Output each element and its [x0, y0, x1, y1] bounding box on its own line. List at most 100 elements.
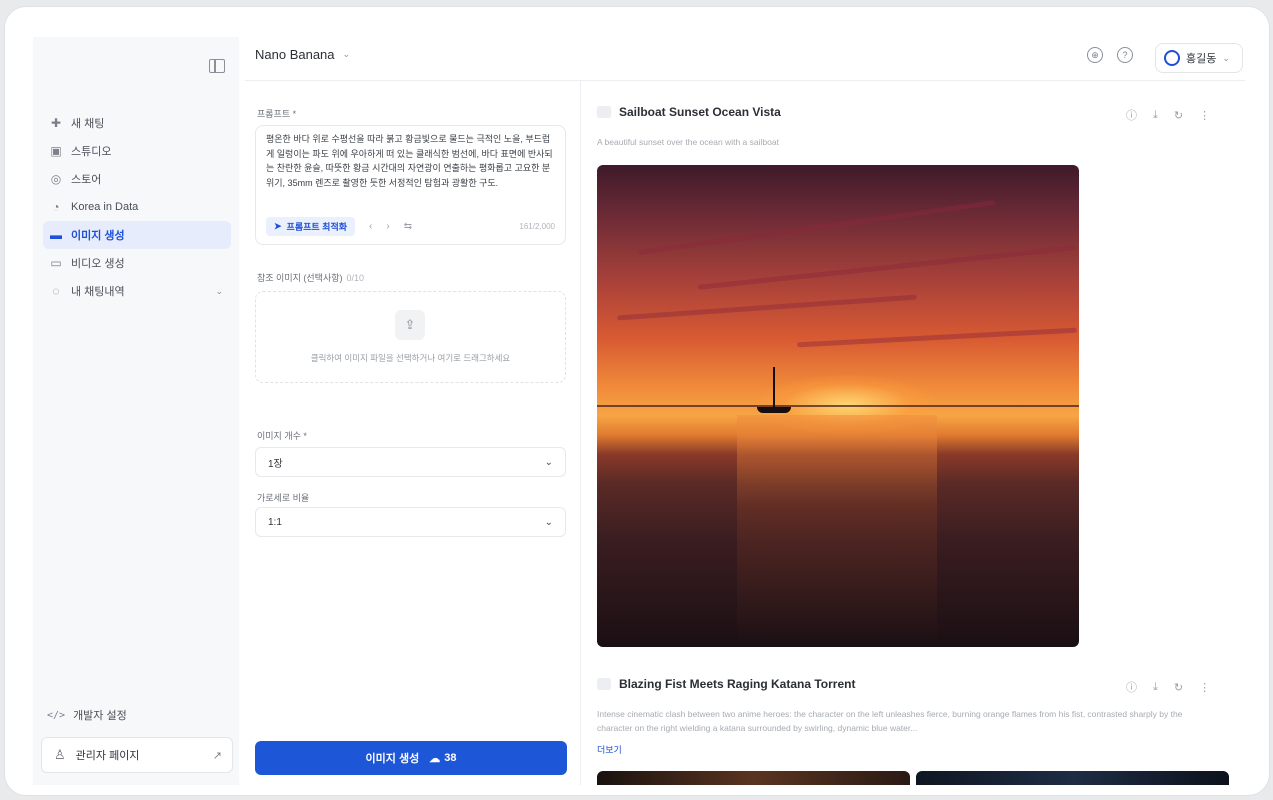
chevron-down-icon: ⌄ [544, 516, 553, 528]
reference-image-count: 0/10 [346, 273, 365, 283]
image-upload-dropzone[interactable]: ⇪ 클릭하여 이미지 파일을 선택하거나 여기로 드래그하세요 [255, 291, 566, 383]
developer-settings-label: 개발자 설정 [73, 710, 127, 722]
show-more-link[interactable]: 더보기 [597, 743, 622, 756]
user-name: 홍길동 [1186, 53, 1217, 65]
sidebar-item-new-chat[interactable]: ✚ 새 채팅 [43, 109, 231, 137]
sailboat-mast [773, 367, 775, 407]
image-detail [697, 245, 1077, 290]
image-detail [638, 199, 996, 256]
chat-plus-icon: ✚ [50, 116, 62, 130]
external-link-icon: ↗ [212, 749, 222, 762]
result-title-text: Blazing Fist Meets Raging Katana Torrent [619, 677, 856, 691]
result-description: A beautiful sunset over the ocean with a… [597, 137, 779, 147]
user-settings-icon: ♙ [54, 747, 66, 762]
regenerate-icon[interactable]: ↻ [1174, 109, 1183, 122]
generate-label: 이미지 생성 [365, 753, 420, 765]
sidebar: ✚ 새 채팅 ▣ 스튜디오 ◎ 스토어 ◔ Korea in Data ▬ 이미… [33, 37, 239, 785]
sidebar-item-label: 새 채팅 [71, 118, 105, 130]
generated-image-anime-left[interactable] [597, 771, 910, 785]
data-icon: ◔ [52, 200, 60, 214]
admin-page-button[interactable]: ♙ 관리자 페이지 ↗ [41, 737, 233, 773]
sidebar-item-chat-history[interactable]: ◌ 내 채팅내역 ⌄ [43, 277, 231, 305]
image-detail [617, 294, 917, 321]
video-icon: ▭ [50, 256, 62, 270]
sidebar-item-label: Korea in Data [71, 201, 139, 213]
result-description: Intense cinematic clash between two anim… [597, 709, 1183, 733]
image-detail [737, 415, 937, 645]
sidebar-item-store[interactable]: ◎ 스토어 [43, 165, 231, 193]
chevron-down-icon: ⌄ [544, 456, 553, 468]
result-title: Blazing Fist Meets Raging Katana Torrent [597, 677, 855, 691]
undo-icon[interactable]: ‹ [369, 221, 372, 232]
chevron-down-icon: ⌄ [1222, 52, 1230, 63]
more-options-icon[interactable]: ⋮ [1199, 109, 1210, 122]
header-icons: ⊕ ? [1087, 47, 1147, 63]
image-icon: ▬ [50, 228, 62, 242]
sidebar-item-label: 내 채팅내역 [71, 286, 125, 298]
sidebar-toggle-icon[interactable] [209, 59, 225, 73]
sailboat-hull [757, 407, 791, 413]
store-icon: ◎ [50, 172, 62, 186]
redo-icon[interactable]: › [386, 221, 389, 232]
results-panel: Sailboat Sunset Ocean Vista ⓘ ⤓ ↻ ⋮ A be… [581, 81, 1245, 785]
upload-icon: ⇪ [395, 310, 425, 340]
sparkle-icon: ➤ [274, 220, 282, 231]
sidebar-item-image-generation[interactable]: ▬ 이미지 생성 [43, 221, 231, 249]
image-count-select[interactable]: 1장 ⌄ [255, 447, 566, 477]
aspect-ratio-value: 1:1 [268, 516, 282, 528]
generated-image-sunset[interactable] [597, 165, 1079, 647]
admin-page-label: 관리자 페이지 [75, 750, 140, 762]
prompt-label: 프롬프트 * [257, 109, 297, 119]
info-icon[interactable]: ⓘ [1126, 679, 1137, 695]
image-detail [597, 405, 1079, 407]
user-menu-button[interactable]: 홍길동 ⌄ [1155, 43, 1243, 73]
chevron-down-icon: ⌄ [215, 285, 223, 296]
enhance-prompt-label: 프롬프트 최적화 [286, 221, 348, 232]
developer-settings-link[interactable]: </> 개발자 설정 [47, 707, 127, 723]
sidebar-item-korea-in-data[interactable]: ◔ Korea in Data [43, 193, 231, 221]
sidebar-nav: ✚ 새 채팅 ▣ 스튜디오 ◎ 스토어 ◔ Korea in Data ▬ 이미… [43, 109, 231, 305]
model-selector[interactable]: Nano Banana ⌄ [255, 47, 350, 62]
avatar [1164, 50, 1180, 66]
prompt-text: 평온한 바다 위로 수평선을 따라 붉고 황금빛으로 물드는 극적인 노을, 부… [266, 134, 553, 188]
char-counter: 161/2,000 [519, 221, 555, 231]
globe-icon[interactable]: ⊕ [1087, 47, 1103, 63]
sidebar-item-label: 스토어 [71, 174, 102, 186]
result-title: Sailboat Sunset Ocean Vista [597, 105, 781, 119]
image-detail [797, 327, 1077, 348]
image-count-label: 이미지 개수 * [257, 431, 307, 441]
aspect-ratio-select[interactable]: 1:1 ⌄ [255, 507, 566, 537]
credit-count: 38 [444, 752, 457, 764]
generate-image-button[interactable]: 이미지 생성 ☁ 38 [255, 741, 567, 775]
info-icon[interactable]: ⓘ [1126, 107, 1137, 123]
sidebar-item-label: 비디오 생성 [71, 258, 125, 270]
more-options-icon[interactable]: ⋮ [1199, 681, 1210, 694]
enhance-prompt-button[interactable]: ➤ 프롬프트 최적화 [266, 216, 356, 236]
refresh-icon[interactable]: ⇆ [404, 221, 412, 232]
app-window: ✚ 새 채팅 ▣ 스튜디오 ◎ 스토어 ◔ Korea in Data ▬ 이미… [4, 6, 1270, 796]
download-icon[interactable]: ⤓ [1153, 109, 1158, 122]
aspect-ratio-label: 가로세로 비율 [257, 493, 310, 503]
reference-image-label-text: 참조 이미지 (선택사항) [257, 273, 343, 283]
result-actions: ⓘ ⤓ ↻ ⋮ [1126, 679, 1226, 695]
history-icon: ◌ [52, 284, 60, 298]
prompt-toolbar: ➤ 프롬프트 최적화 ‹ › ⇆ 161/2,000 [266, 216, 555, 236]
image-count-value: 1장 [268, 458, 283, 470]
help-icon[interactable]: ? [1117, 47, 1133, 63]
image-icon [597, 678, 611, 690]
regenerate-icon[interactable]: ↻ [1174, 681, 1183, 694]
generation-form: 프롬프트 * 평온한 바다 위로 수평선을 따라 붉고 황금빛으로 물드는 극적… [245, 81, 581, 785]
sidebar-item-label: 이미지 생성 [71, 230, 125, 242]
sidebar-item-video-generation[interactable]: ▭ 비디오 생성 [43, 249, 231, 277]
prompt-textarea[interactable]: 평온한 바다 위로 수평선을 따라 붉고 황금빛으로 물드는 극적인 노을, 부… [255, 125, 566, 245]
chevron-down-icon: ⌄ [342, 49, 351, 59]
result-actions: ⓘ ⤓ ↻ ⋮ [1126, 107, 1226, 123]
reference-image-label: 참조 이미지 (선택사항) 0/10 [257, 271, 364, 284]
download-icon[interactable]: ⤓ [1153, 681, 1158, 694]
generated-image-anime-right[interactable] [916, 771, 1229, 785]
image-icon [597, 106, 611, 118]
sidebar-item-label: 스튜디오 [71, 146, 112, 158]
sidebar-item-studio[interactable]: ▣ 스튜디오 [43, 137, 231, 165]
credit-icon: ☁ [429, 752, 441, 765]
code-icon: </> [47, 709, 66, 721]
